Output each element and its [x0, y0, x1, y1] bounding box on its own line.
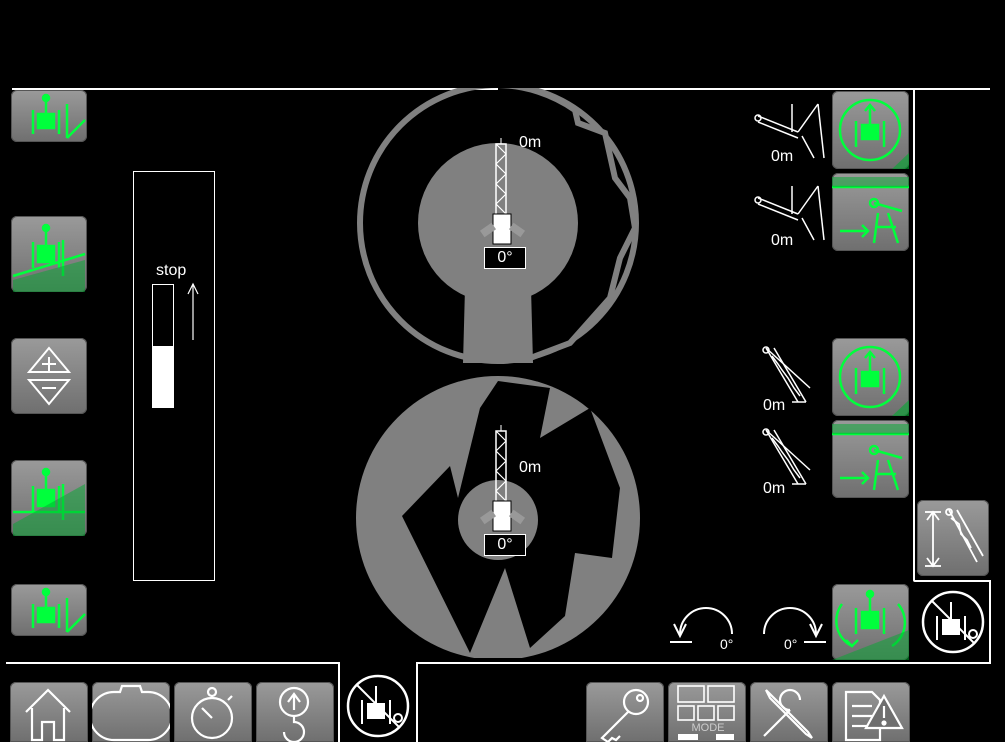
key-icon [600, 688, 650, 742]
mode-button[interactable]: MODE [668, 682, 746, 742]
right-frame-bottom [913, 580, 991, 582]
up-arrow-icon [187, 282, 199, 340]
lower-crane-reach-button[interactable] [832, 420, 909, 498]
mode-icon [677, 685, 735, 721]
home-icon [25, 688, 71, 742]
speed-gauge-bar [152, 284, 174, 408]
tools-icon [763, 688, 813, 739]
slew-crane-button[interactable] [832, 584, 909, 660]
crane-track-button-2[interactable] [11, 584, 87, 636]
upper-crane-reach-button[interactable] [832, 173, 909, 251]
hook-button[interactable] [256, 682, 334, 742]
upper-crane-angle-box: 0° [484, 247, 526, 269]
rotate-left-angle: 0° [720, 636, 734, 652]
crane-disabled-icon[interactable] [917, 588, 989, 658]
blank-button[interactable] [92, 682, 170, 742]
stopwatch-button[interactable] [174, 682, 252, 742]
right-frame-line [913, 90, 915, 580]
upper-row2-distance: 0m [771, 232, 794, 249]
crane-track-button-1[interactable] [11, 90, 87, 142]
home-button[interactable] [10, 682, 88, 742]
tools-button[interactable] [750, 682, 828, 742]
mode-label: MODE [692, 722, 725, 734]
speed-gauge-fill [153, 346, 173, 407]
crane-track-icon [31, 587, 86, 633]
lower-row1-distance: 0m [763, 397, 786, 414]
stopwatch-icon [190, 686, 234, 740]
lower-crane-distance: 0m [519, 459, 542, 476]
upper-crane-distance: 0m [519, 134, 542, 151]
bottom-divider-left [6, 662, 340, 664]
lower-row2-distance: 0m [763, 480, 786, 497]
lower-crane-lift-button[interactable] [832, 338, 909, 416]
lower-crane-angle-box: 0° [484, 534, 526, 556]
upper-crane-lift-button[interactable] [832, 91, 909, 169]
crane-reach-icon [832, 185, 909, 244]
bottom-divider-left-v [338, 662, 340, 742]
upper-row1-distance: 0m [771, 148, 794, 165]
crane-disabled-icon[interactable] [342, 668, 414, 740]
warning-document-icon [844, 690, 904, 742]
right-frame-lower [989, 582, 991, 662]
hook-icon [278, 686, 310, 742]
boom-height-button[interactable] [917, 500, 989, 576]
crane-lift-icon [838, 98, 902, 162]
boom-height-icon [925, 508, 984, 568]
crane-incline-button[interactable] [11, 216, 87, 292]
bottom-divider-right [416, 662, 991, 664]
crane-lift-icon [838, 345, 902, 409]
rotate-right-angle: 0° [784, 636, 798, 652]
crane-level-button[interactable] [11, 460, 87, 536]
upper-sector [463, 288, 533, 363]
warning-log-button[interactable] [832, 682, 910, 742]
crane-reach-icon [832, 432, 909, 491]
blank-icon [92, 684, 170, 742]
raise-lower-button[interactable] [11, 338, 87, 414]
plus-minus-icon [26, 346, 72, 406]
speed-gauge-panel [133, 171, 215, 581]
key-button[interactable] [586, 682, 664, 742]
bottom-divider-right-v [416, 662, 418, 742]
speed-gauge-label: stop [156, 262, 187, 279]
crane-track-icon [31, 93, 86, 139]
